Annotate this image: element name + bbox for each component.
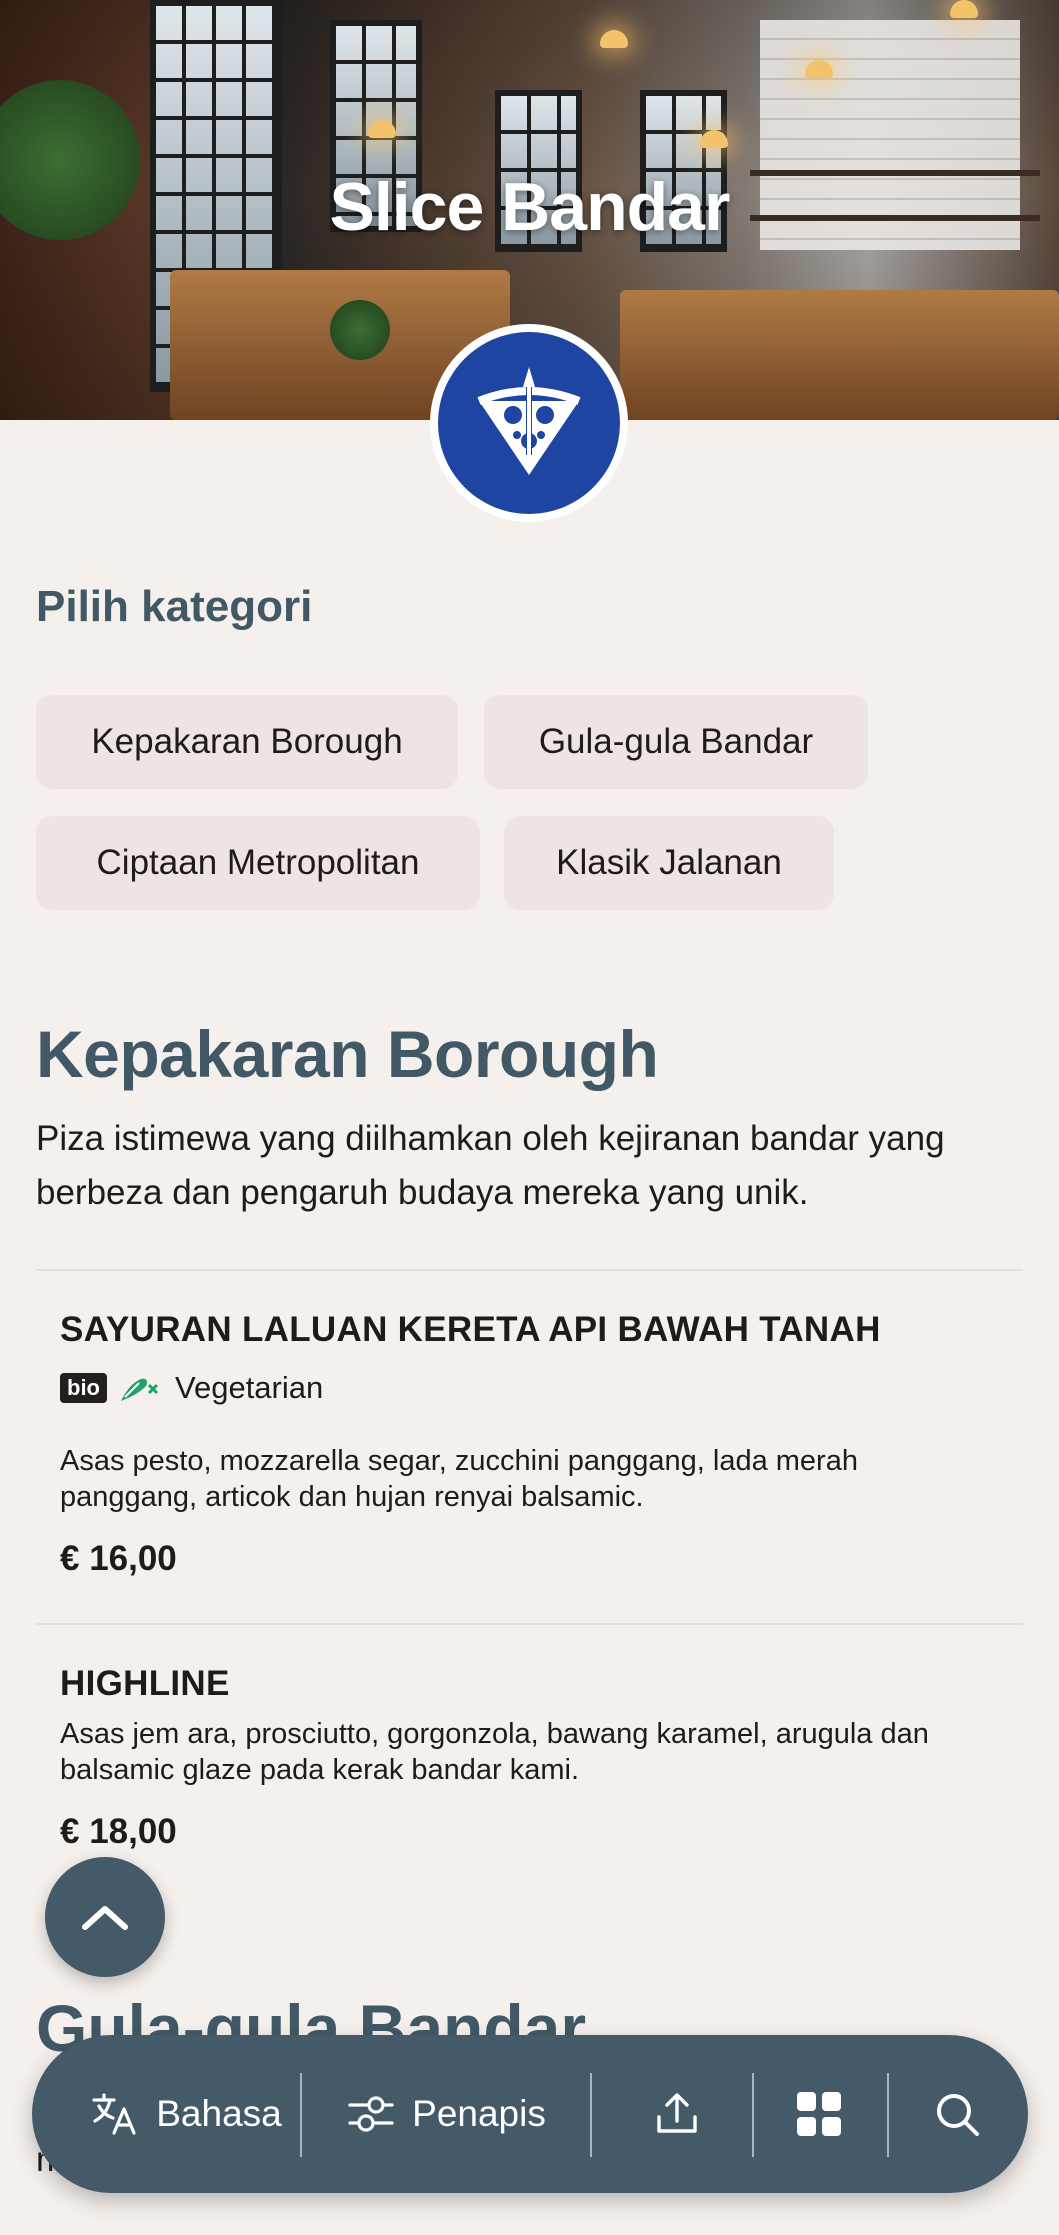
translate-icon — [92, 2093, 136, 2135]
divider — [36, 1623, 1023, 1625]
category-chip-klasik-jalanan[interactable]: Klasik Jalanan — [504, 816, 834, 910]
scroll-to-top-button[interactable] — [45, 1857, 165, 1977]
bottom-action-bar: Bahasa Penapis — [32, 2035, 1028, 2193]
bar-separator — [887, 2073, 889, 2157]
logo-badge — [438, 332, 620, 514]
language-button[interactable]: Bahasa — [72, 2035, 302, 2193]
restaurant-title: Slice Bandar — [329, 169, 731, 245]
search-icon — [937, 2094, 979, 2136]
category-chip-kepakaran-borough[interactable]: Kepakaran Borough — [36, 695, 458, 789]
restaurant-logo — [430, 324, 628, 522]
diet-label: Vegetarian — [175, 1370, 324, 1405]
hero-lamp — [950, 0, 978, 18]
divider — [36, 1269, 1023, 1271]
filter-icon — [348, 2096, 394, 2132]
language-label: Bahasa — [156, 2093, 282, 2134]
pizza-slice-logo-icon — [477, 367, 581, 475]
menu-item-name: SAYURAN LALUAN KERETA API BAWAH TANAH — [60, 1310, 881, 1349]
share-icon — [657, 2093, 697, 2133]
menu-item-description: Asas jem ara, prosciutto, gorgonzola, ba… — [60, 1718, 929, 1786]
menu-item-price: € 18,00 — [60, 1812, 177, 1851]
menu-item-tags: bio Vegetarian — [60, 1370, 323, 1406]
share-button[interactable] — [602, 2035, 752, 2193]
category-grid-button[interactable] — [754, 2035, 884, 2193]
chevron-up-icon — [82, 1906, 128, 1930]
grid-icon — [797, 2092, 841, 2136]
filter-label: Penapis — [412, 2093, 546, 2134]
search-button[interactable] — [892, 2035, 1022, 2193]
bio-badge: bio — [60, 1373, 107, 1403]
hero-lamp — [600, 30, 628, 48]
filter-button[interactable]: Penapis — [312, 2035, 582, 2193]
menu-item-description: Asas pesto, mozzarella segar, zucchini p… — [60, 1445, 858, 1513]
category-chip-ciptaan-metropolitan[interactable]: Ciptaan Metropolitan — [36, 816, 480, 910]
bar-separator — [300, 2073, 302, 2157]
category-chip-gula-gula-bandar[interactable]: Gula-gula Bandar — [484, 695, 868, 789]
vegetarian-icon — [121, 1378, 159, 1401]
hero-plant — [330, 300, 390, 360]
bar-separator — [590, 2073, 592, 2157]
section-description: Piza istimewa yang diilhamkan oleh kejir… — [36, 1119, 945, 1212]
menu-item-price: € 16,00 — [60, 1539, 177, 1578]
category-picker-label: Pilih kategori — [36, 582, 313, 631]
hero-counter — [620, 290, 1059, 420]
section-title: Kepakaran Borough — [36, 1017, 659, 1091]
menu-item-name: HIGHLINE — [60, 1664, 230, 1703]
